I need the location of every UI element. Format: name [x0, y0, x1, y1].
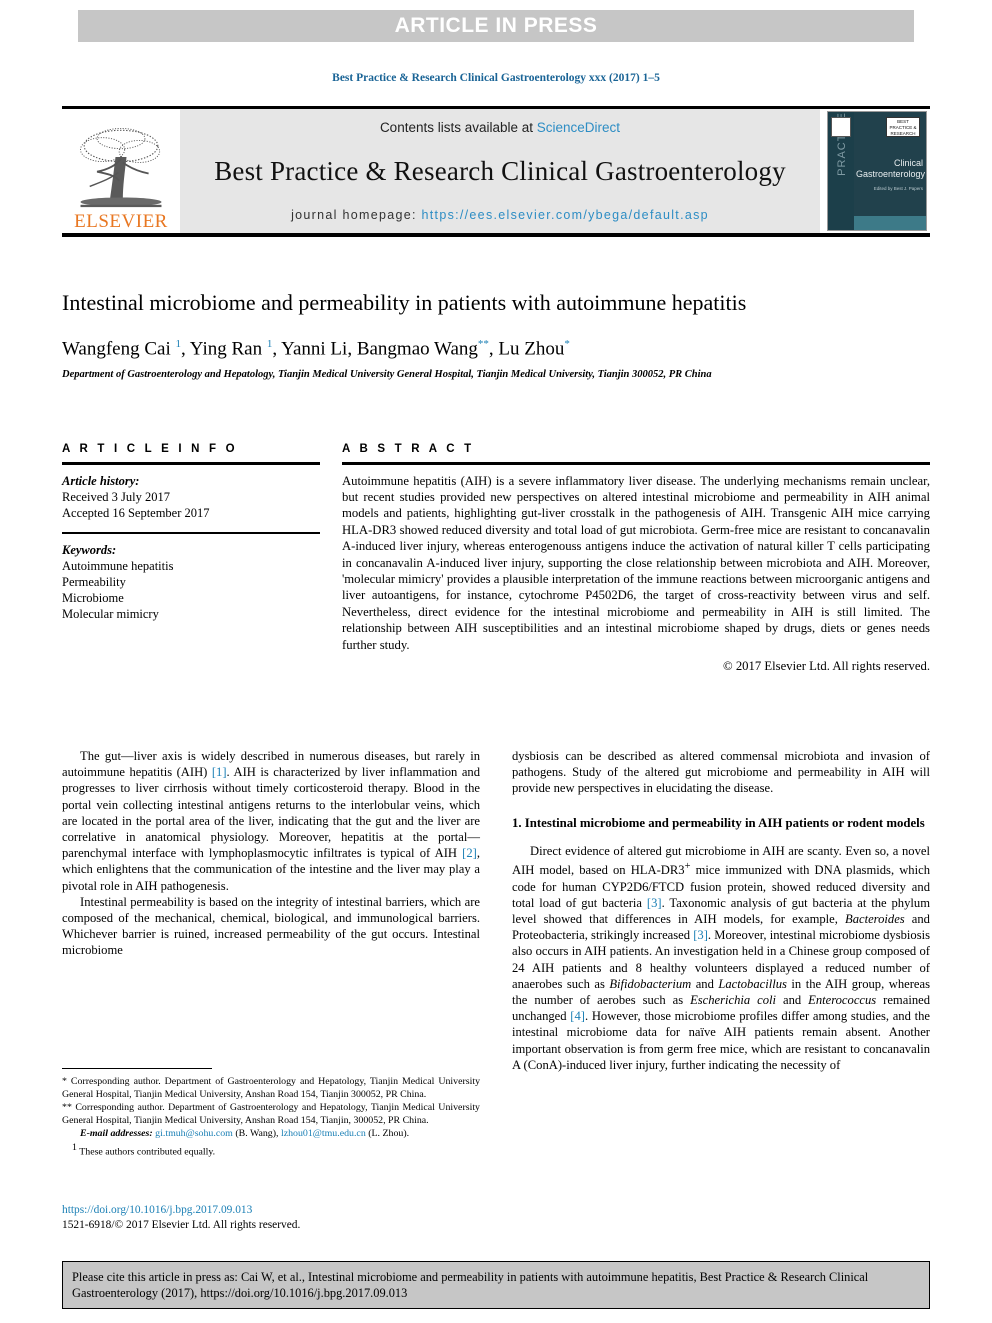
- email-link-wang[interactable]: gi.tmuh@sohu.com: [155, 1128, 233, 1139]
- issn-copyright-line: 1521-6918/© 2017 Elsevier Ltd. All right…: [62, 1219, 301, 1231]
- footnote-text: These authors contributed equally.: [79, 1146, 216, 1158]
- paragraph: Direct evidence of altered gut microbiom…: [512, 844, 930, 1072]
- info-abstract-section: A R T I C L E I N F O Article history: R…: [62, 443, 930, 674]
- affiliation: Department of Gastroenterology and Hepat…: [62, 369, 712, 381]
- running-head: Best Practice & Research Clinical Gastro…: [332, 72, 660, 84]
- paragraph: The gut—liver axis is widely described i…: [62, 749, 480, 893]
- abstract-text: Autoimmune hepatitis (AIH) is a severe i…: [342, 473, 930, 652]
- footnote-emails: E-mail addresses: gi.tmuh@sohu.com (B. W…: [80, 1128, 410, 1140]
- email-link-zhou[interactable]: lzhou01@tmu.edu.cn: [281, 1128, 366, 1139]
- abstract-copyright: © 2017 Elsevier Ltd. All rights reserved…: [723, 658, 930, 673]
- article-in-press-banner: ARTICLE IN PRESS: [78, 10, 914, 42]
- homepage-label: journal homepage:: [291, 208, 422, 222]
- sciencedirect-link[interactable]: ScienceDirect: [537, 120, 620, 135]
- cover-badge: BEST PRACTICE & RESEARCH: [886, 117, 920, 137]
- masthead-center-panel: Contents lists available at ScienceDirec…: [180, 109, 820, 233]
- abstract-column: A B S T R A C T Autoimmune hepatitis (AI…: [342, 443, 930, 674]
- paragraph: Intestinal permeability is based on the …: [62, 894, 480, 958]
- cover-title-line1: Clinical: [893, 158, 923, 168]
- article-accepted-date: Accepted 16 September 2017: [62, 505, 210, 520]
- article-info-column: A R T I C L E I N F O Article history: R…: [62, 443, 320, 674]
- journal-cover-thumbnail: PRACTICE BEST PRACTICE & RESEARCH Clinic…: [824, 109, 930, 233]
- footnote-mark: 1: [72, 1141, 77, 1153]
- email-name-zhou: (L. Zhou).: [368, 1128, 410, 1140]
- keyword-item: Microbiome: [62, 591, 124, 605]
- article-history-label: Article history:: [62, 473, 140, 488]
- email-name-wang: (B. Wang): [235, 1128, 277, 1140]
- footnote-corresponding-author-1: * Corresponding author. Department of Ga…: [62, 1076, 480, 1101]
- cover-title-line2: Gastroenterology: [856, 169, 926, 179]
- cover-art: PRACTICE BEST PRACTICE & RESEARCH Clinic…: [827, 111, 927, 231]
- article-info-rule: [62, 462, 320, 465]
- contents-prefix: Contents lists available at: [379, 120, 537, 135]
- email-addresses-label: E-mail addresses:: [80, 1128, 153, 1140]
- footnote-area: * Corresponding author. Department of Ga…: [62, 1068, 480, 1160]
- article-received-date: Received 3 July 2017: [62, 489, 170, 504]
- contents-line: Contents lists available at ScienceDirec…: [380, 120, 620, 135]
- homepage-url[interactable]: https://ees.elsevier.com/ybega/default.a…: [422, 208, 709, 222]
- article-in-press-label: ARTICLE IN PRESS: [394, 14, 598, 37]
- body-column-left: The gut—liver axis is widely described i…: [62, 748, 480, 1073]
- journal-title: Best Practice & Research Clinical Gastro…: [214, 156, 786, 186]
- cover-title: Clinical Gastroenterology: [856, 158, 926, 180]
- body-column-right: dysbiosis can be described as altered co…: [512, 748, 930, 1073]
- keywords-label: Keywords:: [62, 543, 117, 557]
- footnote-text: Corresponding author. Department of Gast…: [62, 1102, 480, 1126]
- footnote-corresponding-author-2: ** Corresponding author. Department of G…: [62, 1102, 480, 1127]
- cover-bottom-band: [854, 216, 926, 230]
- page-title: Intestinal microbiome and permeability i…: [62, 290, 747, 315]
- citation-footer-box: Please cite this article in press as: Ca…: [62, 1261, 930, 1309]
- article-info-label: A R T I C L E I N F O: [62, 443, 238, 455]
- journal-masthead: ELSEVIER Contents lists available at Sci…: [62, 106, 930, 237]
- footnote-equal-contribution: 1 These authors contributed equally.: [62, 1142, 480, 1159]
- keywords-rule: [62, 531, 320, 534]
- doi-block: https://doi.org/10.1016/j.bpg.2017.09.01…: [62, 1203, 480, 1233]
- abstract-rule: [342, 462, 930, 465]
- keyword-item: Molecular mimicry: [62, 607, 159, 621]
- footnote-divider: [62, 1068, 212, 1069]
- elsevier-wordmark: ELSEVIER: [74, 211, 168, 232]
- cover-elsevier-icon: [831, 117, 851, 137]
- section-heading: 1. Intestinal microbiome and permeabilit…: [512, 815, 925, 830]
- footnote-mark: **: [62, 1102, 72, 1114]
- footnote-text: Corresponding author. Department of Gast…: [62, 1076, 481, 1100]
- title-block: Intestinal microbiome and permeability i…: [62, 288, 930, 380]
- doi-link[interactable]: https://doi.org/10.1016/j.bpg.2017.09.01…: [62, 1203, 480, 1218]
- cover-subtitle: Edited by Best J. Papers: [873, 186, 923, 191]
- keyword-item: Permeability: [62, 575, 126, 589]
- footnote-mark: *: [62, 1076, 67, 1087]
- body-text-area: The gut—liver axis is widely described i…: [62, 748, 930, 1073]
- elsevier-tree-icon: [80, 127, 162, 208]
- keyword-item: Autoimmune hepatitis: [62, 559, 174, 573]
- masthead-rule-bottom: [62, 233, 930, 237]
- author-list: Wangfeng Cai 1, Ying Ran 1, Yanni Li, Ba…: [62, 338, 570, 360]
- citation-footer-text: Please cite this article in press as: Ca…: [72, 1270, 869, 1300]
- journal-homepage-line: journal homepage: https://ees.elsevier.c…: [291, 208, 709, 222]
- paragraph: dysbiosis can be described as altered co…: [512, 749, 930, 796]
- elsevier-logo: ELSEVIER: [62, 109, 180, 233]
- abstract-label: A B S T R A C T: [342, 443, 475, 455]
